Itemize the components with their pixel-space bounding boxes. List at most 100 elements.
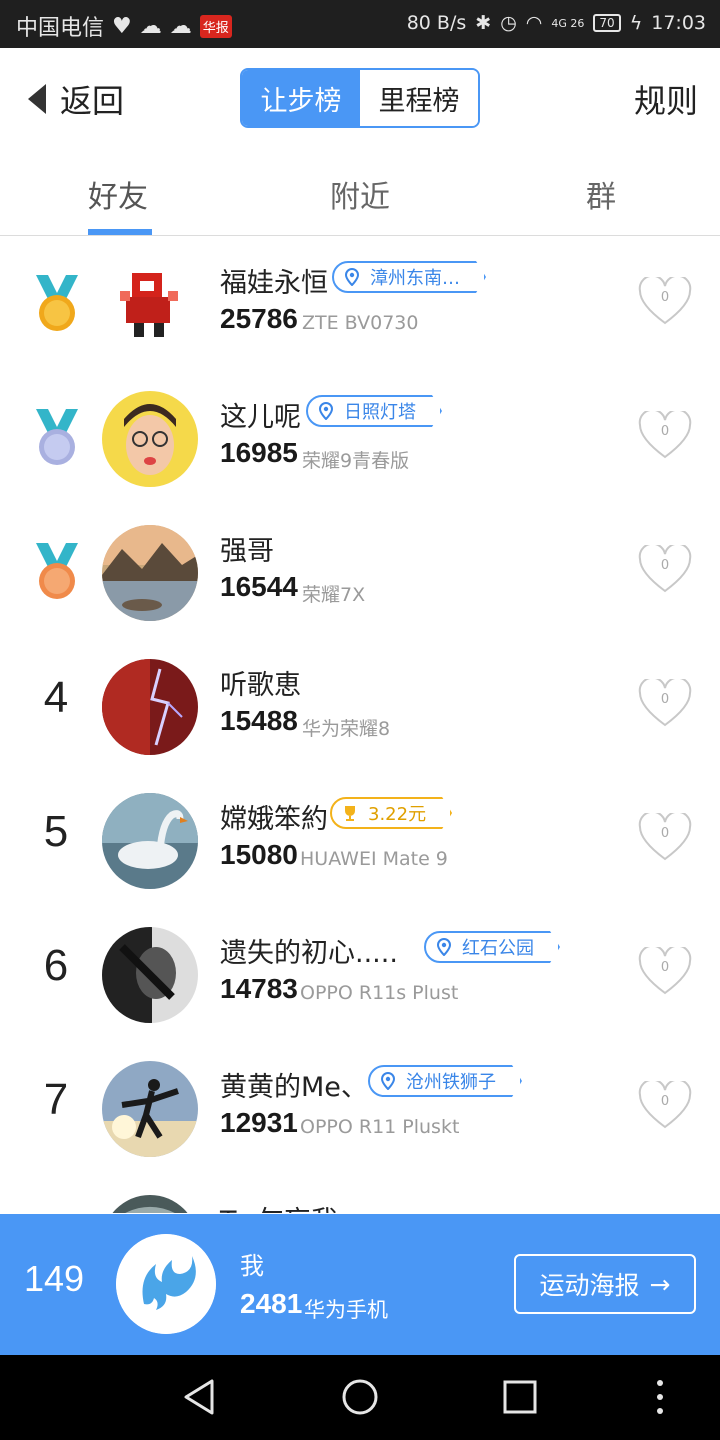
like-button[interactable]: 0 [638,676,692,729]
location-tag-label: 沧州铁狮子 [406,1072,496,1093]
avatar[interactable] [102,659,198,755]
list-item[interactable]: 7 黄黄的Me、 沧州铁狮子 12931 OPPO R11 Pluskt 0 [0,1041,720,1175]
device-name: ZTE BV0730 [302,312,419,334]
location-tag-label: 红石公园 [462,938,534,959]
back-label: 返回 [60,82,125,120]
tab-friends[interactable]: 好友 [88,172,148,216]
reward-tag[interactable]: 3.22元 [330,797,452,829]
location-tag[interactable]: 红石公园 [424,931,560,963]
location-tag-label: 日照灯塔 [344,402,416,423]
like-button[interactable]: 0 [638,1078,692,1131]
user-name: 这儿呢 [220,402,301,433]
list-item[interactable]: 强哥 16544 荣耀7X 0 [0,505,720,639]
my-name: 我 [240,1252,264,1280]
like-button[interactable]: 0 [638,944,692,997]
device-name: OPPO R11s Plust [300,982,459,1004]
gold-medal-icon [36,275,78,331]
like-count: 0 [660,826,670,841]
avatar[interactable] [102,927,198,1023]
my-rank-number: 149 [24,1258,85,1299]
alarm-icon: ◷ [500,12,517,34]
battery-icon: 70 [593,14,621,32]
sport-poster-label: 运动海报 [539,1271,640,1300]
list-item[interactable]: 6 遗失的初心..... 红石公园 14783 OPPO R11s Plust … [0,907,720,1041]
list-item[interactable]: 1 福娃永恒 漳州东南… 25786 ZTE BV0730 [0,237,720,371]
list-item[interactable]: To 勿忘我 [0,1175,720,1213]
reward-tag-label: 3.22元 [368,804,427,825]
avatar[interactable] [102,1061,198,1157]
back-button[interactable]: 返回 [28,76,124,122]
location-tag[interactable]: 沧州铁狮子 [368,1065,522,1097]
status-bar: 中国电信 ♥ ☁ ☁ 华报 80 B/s ✱ ◷ ◠ 4G 26 70 ϟ 17… [0,0,720,48]
location-tag[interactable]: 漳州东南… [332,261,486,293]
cloud-icon: ☁ [169,13,192,39]
like-button[interactable]: 0 [638,542,692,595]
avatar[interactable] [102,525,198,621]
my-ranking-bar[interactable]: 149 我 2481 华为手机 运动海报 → [0,1214,720,1355]
device-name: 荣耀9青春版 [302,450,410,472]
rules-button[interactable]: 规则 [634,76,698,122]
nav-home-icon[interactable] [338,1375,382,1419]
step-count: 16544 [220,571,298,602]
list-item[interactable]: 4 听歌恵 15488 华为荣耀8 0 [0,639,720,773]
rank-number: 5 [43,807,69,856]
cloud-icon: ☁ [139,13,162,39]
back-arrow-icon [28,84,46,114]
system-nav-bar [0,1355,720,1440]
location-pin-icon [436,938,452,956]
bronze-medal-icon [36,543,78,599]
arrow-right-icon: → [649,1269,671,1299]
location-tag[interactable]: 日照灯塔 [306,395,442,427]
bluetooth-icon: ✱ [475,12,492,34]
location-pin-icon [318,402,334,420]
scope-tabs: 好友 附近 群 [0,152,720,236]
header: 返回 让步榜 里程榜 规则 [0,48,720,152]
my-avatar[interactable] [116,1234,216,1334]
charging-icon: ϟ [629,12,643,34]
avatar[interactable] [102,391,198,487]
like-button[interactable]: 0 [638,274,692,327]
device-name: 荣耀7X [302,584,366,606]
step-count: 14783 [220,973,298,1004]
step-count: 15488 [220,705,298,736]
device-name: HUAWEI Mate 9 [300,848,448,870]
rank-number: 7 [43,1075,69,1124]
step-count: 25786 [220,303,298,334]
avatar[interactable] [102,257,198,353]
nav-back-icon[interactable] [178,1375,222,1419]
avatar[interactable] [102,793,198,889]
clock: 17:03 [651,12,706,34]
my-device-name: 华为手机 [304,1298,388,1322]
like-count: 0 [660,1094,670,1109]
nav-recents-icon[interactable] [498,1375,542,1419]
step-count: 15080 [220,839,298,870]
list-item[interactable]: 5 嫦娥笨約 3.22元 15080 HUAWEI Mate 9 0 [0,773,720,907]
device-name: 华为荣耀8 [302,718,391,740]
device-name: OPPO R11 Pluskt [300,1116,460,1138]
ranking-type-switch: 让步榜 里程榜 [240,68,480,128]
tab-mileage-ranking[interactable]: 里程榜 [360,70,478,126]
avatar[interactable] [102,1195,198,1213]
like-button[interactable]: 0 [638,810,692,863]
user-name: 福娃永恒 [220,268,328,299]
rank-number: 6 [43,941,69,990]
sport-poster-button[interactable]: 运动海报 → [514,1254,696,1314]
tab-step-ranking[interactable]: 让步榜 [242,70,360,126]
carrier-label: 中国电信 [16,16,105,41]
rank-number: 4 [43,673,69,722]
wifi-icon: ◠ [525,12,543,34]
network-label: 4G 26 [551,16,585,30]
tab-nearby[interactable]: 附近 [330,172,390,216]
like-button[interactable]: 0 [638,408,692,461]
user-name: 遗失的初心..... [220,938,398,969]
tab-groups[interactable]: 群 [586,172,616,216]
active-tab-indicator [88,229,152,235]
ranking-list[interactable]: 1 福娃永恒 漳州东南… 25786 ZTE BV0730 [0,237,720,1213]
my-step-count: 2481 [240,1288,303,1319]
location-pin-icon [344,268,360,286]
net-speed: 80 B/s [406,12,467,34]
step-count: 16985 [220,437,298,468]
nav-more-icon[interactable] [638,1375,682,1419]
user-name: 黄黄的Me、 [220,1072,368,1103]
list-item[interactable]: 这儿呢 日照灯塔 16985 荣耀9青春版 0 [0,371,720,505]
